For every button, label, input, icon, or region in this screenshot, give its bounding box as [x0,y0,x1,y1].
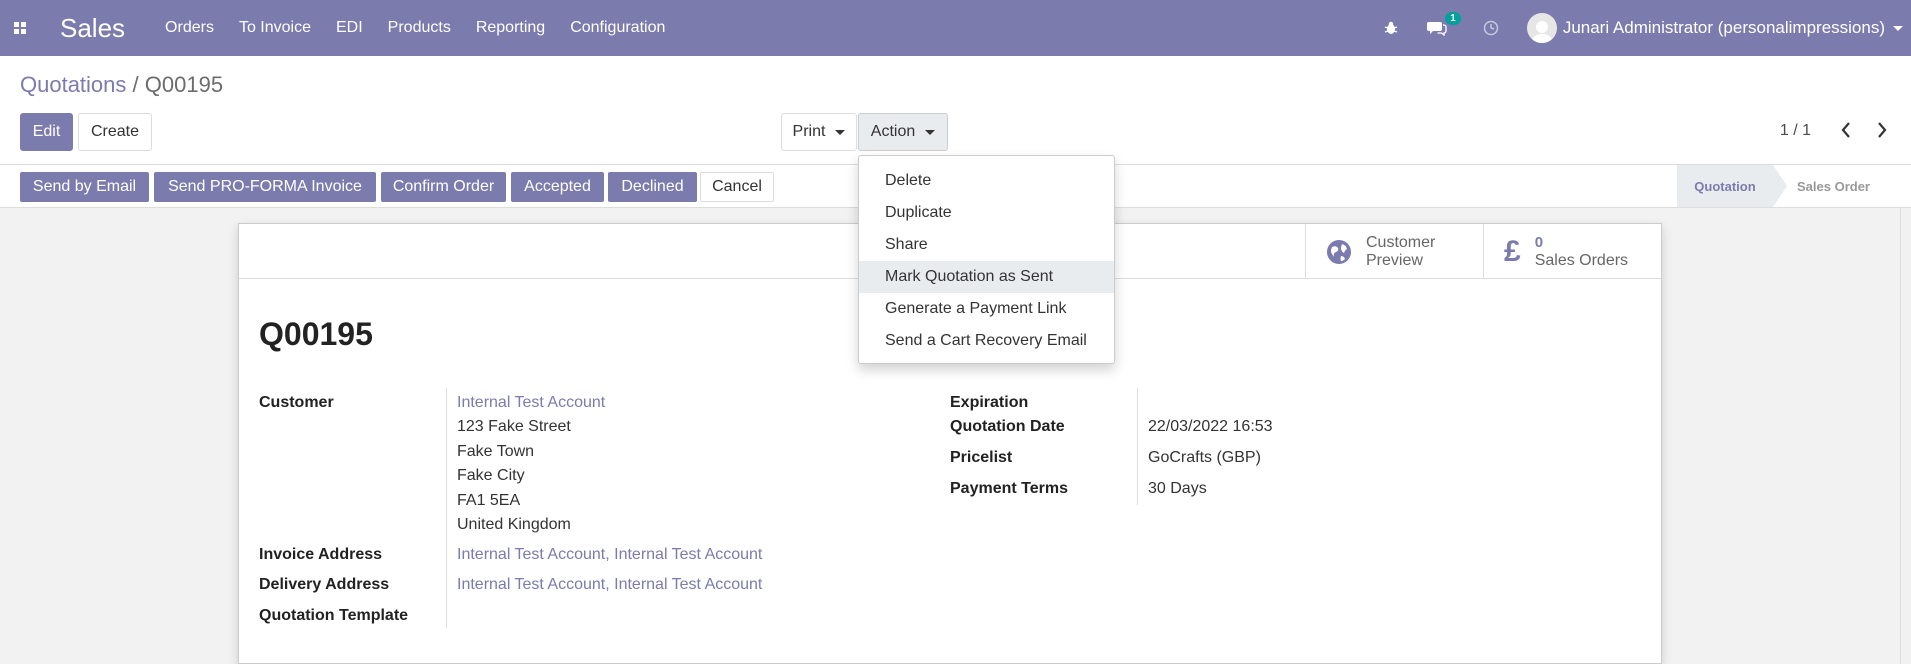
menu-reporting[interactable]: Reporting [476,19,545,37]
cancel-button[interactable]: Cancel [700,172,774,202]
address-line-3: Fake City [457,467,525,484]
breadcrumb-quotations[interactable]: Quotations [20,72,126,97]
menu-item-generate-payment-link[interactable]: Generate a Payment Link [859,293,1114,325]
customer-preview-text: Customer Preview [1366,234,1435,270]
invoice-address-label: Invoice Address [259,546,383,563]
record-title: Q00195 [259,316,373,352]
apps-menu-icon[interactable] [0,0,40,56]
invoice-address-value[interactable]: Internal Test Account, Internal Test Acc… [457,546,762,564]
vertical-scrollbar[interactable] [1900,208,1911,664]
sales-orders-button[interactable]: £ 0 Sales Orders [1483,224,1661,279]
customer-label: Customer [259,394,334,411]
print-caret-icon [835,129,846,135]
right-group-divider [1137,388,1138,505]
left-group-divider [446,388,447,628]
menu-item-delete[interactable]: Delete [859,165,1114,197]
menu-item-duplicate[interactable]: Duplicate [859,197,1114,229]
menu-item-send-cart-recovery-email[interactable]: Send a Cart Recovery Email [859,325,1114,357]
action-dropdown-button[interactable]: Action [858,113,948,151]
quotation-template-label: Quotation Template [259,607,409,624]
customer-value[interactable]: Internal Test Account [457,394,605,412]
expiration-label: Expiration [950,394,1029,411]
address-line-5: United Kingdom [457,516,571,533]
pager-previous-icon[interactable] [1840,120,1852,145]
pound-icon: £ [1504,234,1521,268]
accepted-button[interactable]: Accepted [511,172,604,202]
delivery-address-value[interactable]: Internal Test Account, Internal Test Acc… [457,576,762,594]
breadcrumb-current: Q00195 [144,72,224,97]
app-brand[interactable]: Sales [60,13,125,44]
address-line-4: FA1 5EA [457,492,521,509]
declined-button[interactable]: Declined [608,172,697,202]
pager-value[interactable]: 1 / 1 [1780,122,1811,140]
create-button[interactable]: Create [78,113,152,151]
send-proforma-invoice-button[interactable]: Send PRO-FORMA Invoice [154,172,376,202]
payment-terms-value: 30 Days [1148,480,1207,497]
stage-arrow [1773,165,1787,207]
confirm-order-button[interactable]: Confirm Order [381,172,506,202]
print-dropdown-button[interactable]: Print [781,113,857,151]
bug-icon[interactable] [1383,20,1399,36]
customer-preview-line1: Customer [1366,233,1436,251]
stage-quotation[interactable]: Quotation [1677,165,1773,207]
send-by-email-button[interactable]: Send by Email [20,172,149,202]
messages-badge: 1 [1445,12,1461,25]
menu-edi[interactable]: EDI [336,19,363,37]
menu-products[interactable]: Products [388,19,451,37]
menu-configuration[interactable]: Configuration [570,19,665,37]
address-line-2: Fake Town [457,443,535,460]
sales-orders-count: 0 [1534,233,1544,251]
quotation-date-value: 22/03/2022 16:53 [1148,418,1273,435]
pager-next-icon[interactable] [1876,120,1888,145]
action-dropdown-menu: Delete Duplicate Share Mark Quotation as… [858,155,1115,364]
menu-item-share[interactable]: Share [859,229,1114,261]
quotation-date-label: Quotation Date [950,418,1065,435]
print-label: Print [792,123,826,140]
breadcrumb: Quotations / Q00195 [20,72,223,98]
user-menu[interactable]: Junari Administrator (personalimpression… [1563,18,1885,38]
address-line-1: 123 Fake Street [457,418,571,435]
globe-icon [1327,239,1351,264]
customer-preview-line2: Preview [1366,251,1423,269]
pricelist-value: GoCrafts (GBP) [1148,449,1261,466]
action-label: Action [870,123,916,140]
delivery-address-label: Delivery Address [259,576,390,593]
action-caret-icon [925,129,936,135]
edit-button[interactable]: Edit [20,113,73,151]
pricelist-label: Pricelist [950,449,1013,466]
menu-item-mark-quotation-as-sent[interactable]: Mark Quotation as Sent [859,261,1114,293]
sales-orders-text: 0 Sales Orders [1535,234,1628,270]
user-caret-icon[interactable] [1893,25,1903,31]
sales-orders-label: Sales Orders [1534,251,1629,269]
menu-to-invoice[interactable]: To Invoice [239,19,311,37]
user-avatar[interactable] [1526,13,1557,43]
breadcrumb-separator: / [132,72,139,97]
activity-clock-icon[interactable] [1483,20,1499,36]
stage-sales-order[interactable]: Sales Order [1797,165,1870,207]
menu-orders[interactable]: Orders [165,19,214,37]
messages-icon[interactable]: 1 [1426,12,1461,36]
top-navbar: Sales Orders To Invoice EDI Products Rep… [0,0,1911,56]
customer-preview-button[interactable]: Customer Preview [1305,224,1483,279]
payment-terms-label: Payment Terms [950,480,1068,497]
